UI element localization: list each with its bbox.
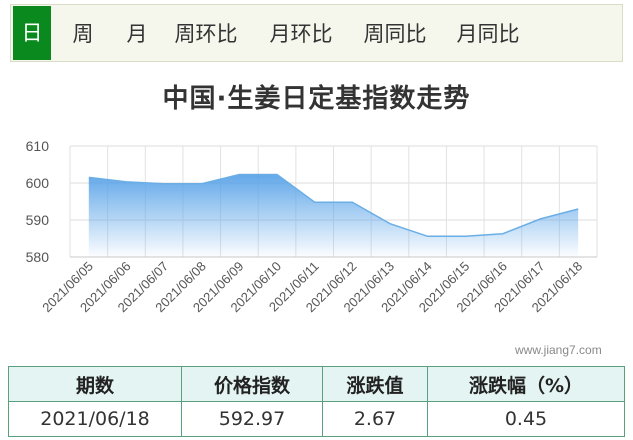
y-tick-label: 610 [26,138,50,154]
x-axis-ticks: 2021/06/052021/06/062021/06/072021/06/08… [39,259,585,316]
cell-period: 2021/06/18 [8,401,182,437]
index-trend-chart: 580 590 600 610 2021/06/052021/06/062021/06… [26,138,598,316]
cell-change-percent: 0.45 [427,401,625,437]
cell-price-index: 592.97 [181,401,323,437]
cell-change-value: 2.67 [322,401,428,437]
summary-table: 期数 价格指数 涨跌值 涨跌幅（%） 2021/06/18 592.97 2.6… [8,366,625,437]
header-price-index: 价格指数 [181,366,323,402]
y-axis-ticks: 580 590 600 610 [26,138,50,265]
y-tick-label: 600 [26,175,50,191]
summary-data-row: 2021/06/18 592.97 2.67 0.45 [8,401,625,437]
y-tick-label: 580 [26,249,50,265]
y-tick-label: 590 [26,212,50,228]
header-change-value: 涨跌值 [322,366,428,402]
watermark: www.jiang7.com [515,343,602,357]
summary-header-row: 期数 价格指数 涨跌值 涨跌幅（%） [8,366,625,402]
header-period: 期数 [8,366,182,402]
header-change-percent: 涨跌幅（%） [427,366,625,402]
